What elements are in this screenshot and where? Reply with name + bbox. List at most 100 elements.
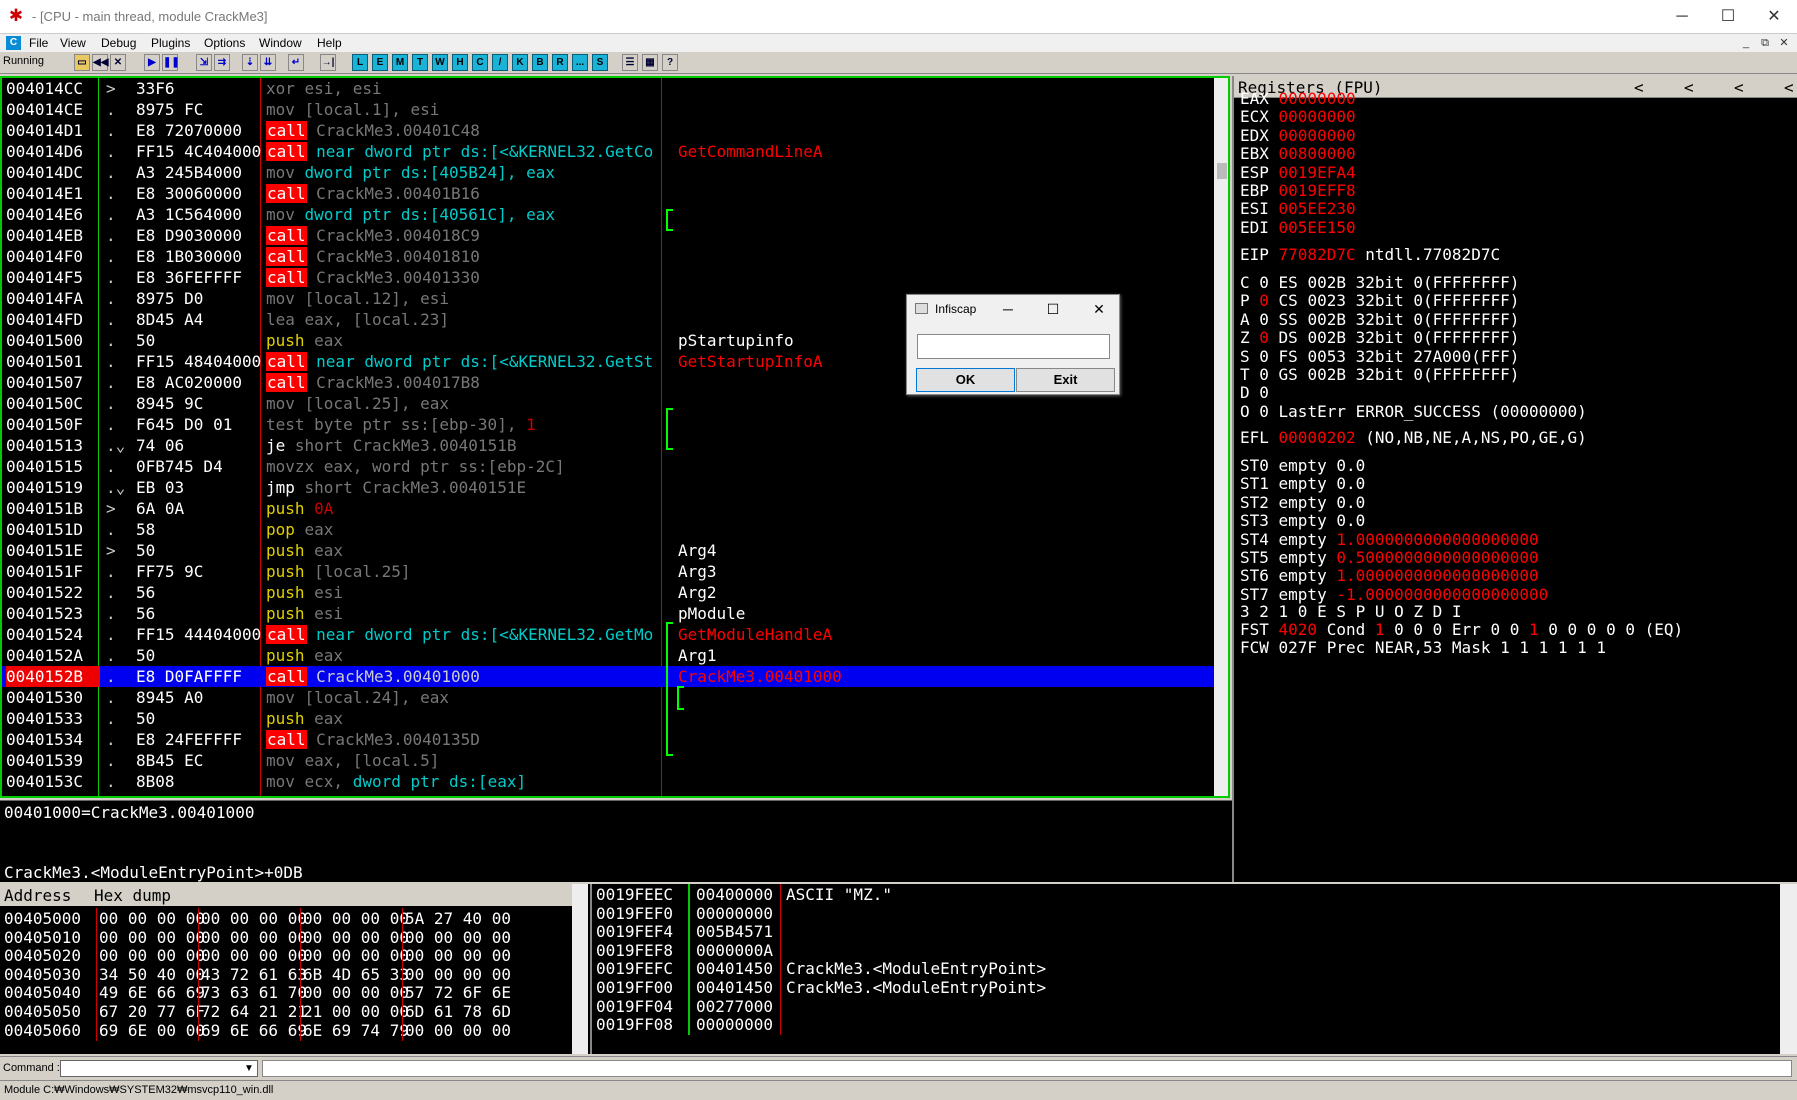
handles-button[interactable]: H (452, 54, 468, 71)
disasm-row[interactable]: 00401515. 0FB745 D4 movzx eax, word ptr ss… (2, 456, 1214, 477)
scroll-thumb[interactable] (1217, 163, 1227, 179)
registers-nav-left-icon[interactable]: < (1734, 78, 1744, 97)
mdi-minimize-button[interactable]: _ (1739, 36, 1753, 50)
dialog-maximize-button[interactable]: ☐ (1038, 298, 1068, 320)
disasm-address: 00401522 (6, 583, 84, 602)
close-button[interactable]: ✕ (1751, 0, 1797, 34)
step-into-icon[interactable]: ⇲ (196, 54, 212, 71)
disasm-row[interactable]: 004014F5. E8 36FEFFFF call CrackMe3.004013… (2, 267, 1214, 288)
exit-button[interactable]: Exit (1016, 368, 1115, 392)
disasm-row[interactable]: 004014D1. E8 72070000 call CrackMe3.00401C… (2, 120, 1214, 141)
disasm-row[interactable]: 0040152B. E8 D0FAFFFF call CrackMe3.004010… (2, 666, 1214, 687)
menu-view[interactable]: View (60, 36, 86, 50)
disasm-row[interactable]: 00401533. 50 push eax (2, 708, 1214, 729)
disasm-row[interactable]: 00401513 .⌄ 74 06 je short CrackMe3.0040151… (2, 435, 1214, 456)
trace-over-icon[interactable]: ⇊ (260, 54, 276, 71)
grid-icon[interactable]: ▦ (642, 54, 658, 71)
disasm-row[interactable]: 00401522. 56 push esi Arg2 (2, 582, 1214, 603)
disasm-row[interactable]: 0040150F. F645 D0 01 test byte ptr ss:[ebp… (2, 414, 1214, 435)
disassembly-pane[interactable]: 004014CC >33F6 xor esi, esi 004014CE. 8975 F… (0, 76, 1230, 798)
disasm-address: 00401539 (6, 751, 84, 770)
dialog-close-button[interactable]: ✕ (1084, 298, 1114, 320)
threads-button[interactable]: T (412, 54, 428, 71)
disasm-instruction: jmp short CrackMe3.0040151E (266, 478, 527, 497)
dump-hex-header[interactable]: Hex dump (94, 886, 171, 905)
disasm-row[interactable]: 004014CC >33F6 xor esi, esi (2, 78, 1214, 99)
mdi-restore-button[interactable]: ⧉ (1758, 36, 1772, 50)
stack-pane[interactable]: 0019FEEC 00400000 ASCII "MZ." 0019FEF0 00000… (590, 884, 1797, 1054)
disasm-row[interactable]: 004014EB. E8 D9030000 call CrackMe3.004018… (2, 225, 1214, 246)
disasm-row[interactable]: 00401534. E8 24FEFFFF call CrackMe3.004013… (2, 729, 1214, 750)
disasm-row[interactable]: 004014F0. E8 1B030000 call CrackMe3.004018… (2, 246, 1214, 267)
menu-options[interactable]: Options (204, 36, 245, 50)
disasm-comment: GetStartupInfoA (678, 352, 823, 371)
open-icon[interactable]: ▭ (74, 54, 90, 71)
source-button[interactable]: S (592, 54, 608, 71)
disasm-row[interactable]: 004014CE. 8975 FC mov [local.1], esi (2, 99, 1214, 120)
dump-address-header[interactable]: Address (4, 886, 71, 905)
mdi-close-button[interactable]: ✕ (1777, 36, 1791, 50)
disassembly-scrollbar[interactable] (1214, 78, 1228, 796)
run-icon[interactable]: ▶ (144, 54, 160, 71)
disasm-row[interactable]: 004014D6. FF15 4C404000 call near dword pt… (2, 141, 1214, 162)
close-icon[interactable]: ✕ (110, 54, 126, 71)
stack-scrollbar[interactable] (1780, 884, 1797, 1054)
disasm-row[interactable]: 00401539. 8B45 EC mov eax, [local.5] (2, 750, 1214, 771)
pause-icon[interactable]: ❚❚ (162, 54, 180, 71)
memory-map-button[interactable]: M (392, 54, 408, 71)
goto-icon[interactable]: →| (320, 54, 336, 71)
maximize-button[interactable]: ☐ (1705, 0, 1751, 34)
disasm-row[interactable]: 00401530. 8945 A0 mov [local.24], eax (2, 687, 1214, 708)
registers-nav-left-icon[interactable]: < (1684, 78, 1694, 97)
chevron-down-icon[interactable]: ▼ (241, 1061, 257, 1076)
registers-nav-left-icon[interactable]: < (1784, 78, 1794, 97)
disasm-row[interactable]: 0040152A. 50 push eax Arg1 (2, 645, 1214, 666)
disasm-row[interactable]: 0040153C. 8B08 mov ecx, dword ptr ds:[eax] (2, 771, 1214, 792)
references-button[interactable]: R (552, 54, 568, 71)
menu-plugins[interactable]: Plugins (151, 36, 190, 50)
executables-button[interactable]: E (372, 54, 388, 71)
disasm-row[interactable]: 00401524. FF15 44404000 call near dword pt… (2, 624, 1214, 645)
disasm-hex-bytes: E8 36FEFFFF (136, 268, 242, 287)
command-input[interactable] (60, 1060, 258, 1077)
log-window-button[interactable]: L (352, 54, 368, 71)
disasm-row[interactable]: 00401523. 56 push esi pModule (2, 603, 1214, 624)
disasm-row[interactable]: 0040151B >6A 0A push 0A (2, 498, 1214, 519)
call-args-bracket (666, 408, 673, 450)
windows-button[interactable]: W (432, 54, 448, 71)
dialog-minimize-button[interactable]: ─ (993, 298, 1023, 320)
disasm-hex-bytes: 74 06 (136, 436, 185, 455)
dump-row[interactable]: 00405060 69 6E 00 00 69 6E 66 69 6E 69 74 7… (4, 1019, 511, 1041)
disasm-row[interactable]: 0040151D. 58 pop eax (2, 519, 1214, 540)
call-stack-button[interactable]: K (512, 54, 528, 71)
run-trace-button[interactable]: ... (572, 54, 588, 71)
menu-window[interactable]: Window (259, 36, 302, 50)
serial-input[interactable] (917, 334, 1110, 359)
ok-button[interactable]: OK (916, 368, 1015, 392)
disasm-row[interactable]: 0040151E >50 push eax Arg4 (2, 540, 1214, 561)
disasm-row[interactable]: 004014DC. A3 245B4000 mov dword ptr ds:[40… (2, 162, 1214, 183)
help-button[interactable]: ? (662, 54, 678, 71)
disasm-row[interactable]: 0040150C. 8945 9C mov [local.25], eax (2, 393, 1214, 414)
menu-file[interactable]: File (29, 36, 48, 50)
disasm-row[interactable]: 0040151F. FF75 9C push [local.25] Arg3 (2, 561, 1214, 582)
disasm-row[interactable]: 00401519 .⌄ EB 03 jmp short CrackMe3.004015… (2, 477, 1214, 498)
list-icon[interactable]: ☰ (622, 54, 638, 71)
hex-dump-pane[interactable]: Address Hex dump 00405000 00 00 00 00 00 0… (0, 884, 590, 1054)
cpu-button[interactable]: C (472, 54, 488, 71)
execute-till-return-icon[interactable]: ↵ (288, 54, 304, 71)
menu-help[interactable]: Help (317, 36, 342, 50)
menu-debug[interactable]: Debug (101, 36, 136, 50)
minimize-button[interactable]: ─ (1659, 0, 1705, 34)
breakpoints-button[interactable]: B (532, 54, 548, 71)
trace-into-icon[interactable]: ⇣ (242, 54, 258, 71)
patches-button[interactable]: / (492, 54, 508, 71)
disasm-row[interactable]: 004014E1. E8 30060000 call CrackMe3.00401B… (2, 183, 1214, 204)
dump-scrollbar[interactable] (572, 884, 588, 1054)
step-over-icon[interactable]: ⇉ (214, 54, 230, 71)
registers-nav-left-icon[interactable]: < (1634, 78, 1644, 97)
disasm-row[interactable]: 004014E6. A3 1C564000 mov dword ptr ds:[40… (2, 204, 1214, 225)
registers-pane[interactable]: Registers (FPU) < < < < EAX 00000000 ECX … (1232, 76, 1797, 882)
disasm-instruction: call CrackMe3.00401000 (266, 667, 480, 686)
rewind-icon[interactable]: ◀◀ (92, 54, 108, 71)
